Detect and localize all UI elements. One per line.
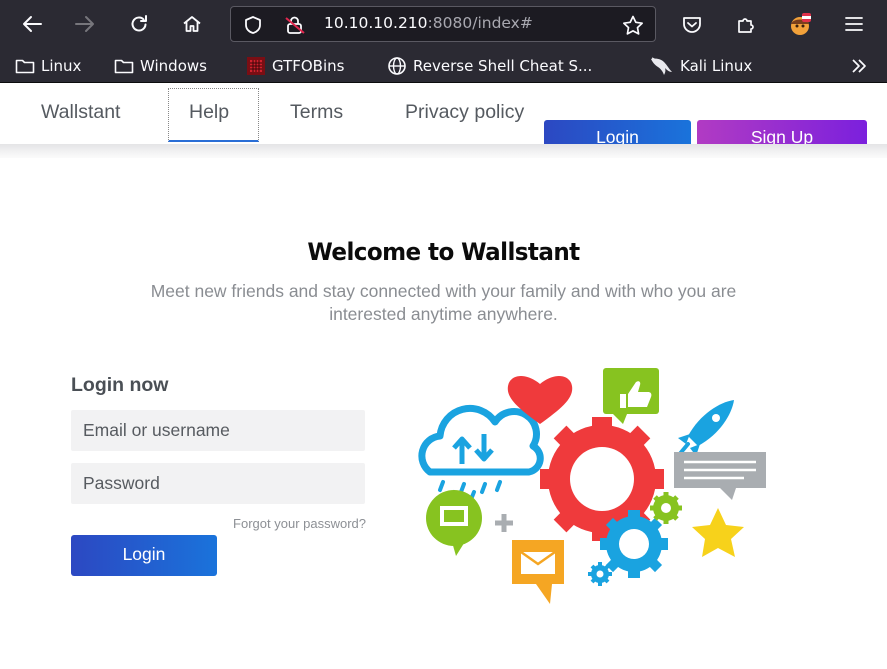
- url-host: 10.10.10.210: [324, 14, 428, 32]
- url-bar[interactable]: 10.10.10.210:8080/index#: [230, 6, 656, 42]
- mail-bubble-icon: [512, 540, 564, 604]
- url-text[interactable]: 10.10.10.210:8080/index#: [324, 14, 533, 32]
- bookmark-label: Linux: [41, 57, 82, 75]
- thumbs-up-icon: [603, 368, 659, 424]
- app-menu-button[interactable]: [838, 8, 870, 40]
- password-input[interactable]: [71, 463, 365, 504]
- page-subtitle: Meet new friends and stay connected with…: [0, 280, 887, 326]
- page-title: Welcome to Wallstant: [307, 238, 580, 266]
- email-username-input[interactable]: [71, 410, 365, 451]
- nav-link-terms[interactable]: Terms: [290, 101, 343, 124]
- folder-icon: [15, 59, 35, 74]
- bookmark-gtfobins[interactable]: GTFOBins: [246, 55, 344, 77]
- message-bubble-icon: [674, 452, 766, 500]
- plus-icon: [495, 514, 513, 532]
- puzzle-piece-icon: [738, 18, 754, 33]
- home-button[interactable]: [176, 8, 208, 40]
- bookmark-star-icon[interactable]: [622, 15, 644, 35]
- folder-icon: [114, 59, 134, 74]
- subtitle-line-1: Meet new friends and stay connected with…: [150, 281, 737, 301]
- nav-divider: [0, 144, 887, 158]
- forward-button[interactable]: [69, 8, 101, 40]
- nav-link-wallstant[interactable]: Wallstant: [41, 101, 120, 124]
- home-icon: [183, 16, 201, 32]
- globe-icon: [388, 57, 406, 75]
- forward-arrow-icon: [75, 16, 94, 32]
- hamburger-menu-icon: [845, 17, 863, 31]
- browser-toolbar: 10.10.10.210:8080/index#: [0, 0, 887, 48]
- bookmark-label: Kali Linux: [680, 57, 753, 75]
- bookmarks-overflow-button[interactable]: [850, 55, 874, 77]
- gtfobins-icon: [247, 57, 265, 75]
- subtitle-line-2: interested anytime anywhere.: [329, 304, 558, 324]
- double-chevron-right-icon: [852, 59, 866, 73]
- reload-button[interactable]: [123, 8, 155, 40]
- login-heading: Login now: [71, 374, 169, 396]
- pocket-icon: [683, 17, 701, 33]
- extensions-button[interactable]: [730, 8, 762, 40]
- login-submit-button[interactable]: Login: [71, 535, 217, 576]
- bookmark-windows[interactable]: Windows: [114, 55, 207, 77]
- reload-icon: [131, 15, 147, 32]
- url-path: :8080/index#: [427, 14, 533, 32]
- monitor-chat-icon: [426, 490, 482, 556]
- rocket-icon: [676, 400, 734, 458]
- site-nav: Wallstant Help Terms Privacy policy Logi…: [0, 84, 887, 156]
- nav-link-privacy-policy[interactable]: Privacy policy: [405, 101, 524, 124]
- star-icon: [692, 508, 744, 557]
- bookmark-kali-linux[interactable]: Kali Linux: [650, 55, 752, 77]
- profile-extension-button[interactable]: [784, 8, 816, 40]
- nav-link-help[interactable]: Help: [189, 101, 229, 124]
- bookmark-label: Windows: [140, 57, 207, 75]
- insecure-lock-icon[interactable]: [284, 15, 306, 35]
- back-button[interactable]: [16, 8, 48, 40]
- bookmark-linux[interactable]: Linux: [15, 55, 81, 77]
- pocket-button[interactable]: [676, 8, 708, 40]
- bookmarks-toolbar: Linux Windows GTFOBins Reverse Shell Che…: [0, 48, 887, 83]
- bookmark-reverse-shell[interactable]: Reverse Shell Cheat S...: [387, 55, 592, 77]
- forgot-password-link[interactable]: Forgot your password?: [150, 516, 366, 531]
- extension-avatar-icon: [791, 13, 811, 35]
- cloud-sync-icon: [418, 404, 544, 499]
- tracking-shield-icon[interactable]: [243, 15, 263, 35]
- back-arrow-icon: [23, 16, 42, 32]
- bookmark-label: Reverse Shell Cheat S...: [413, 57, 593, 75]
- kali-dragon-icon: [651, 57, 672, 75]
- social-media-illustration: [418, 368, 766, 604]
- bookmark-label: GTFOBins: [272, 57, 345, 75]
